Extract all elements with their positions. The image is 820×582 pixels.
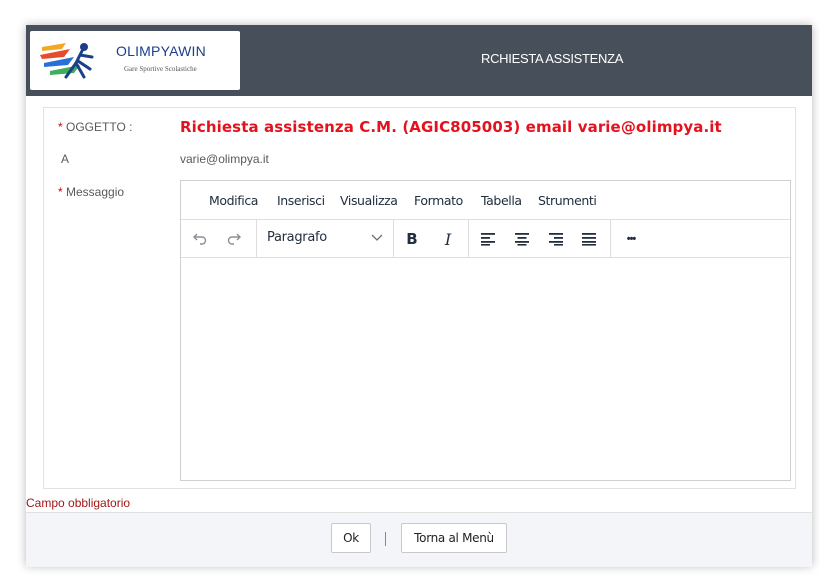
assistance-window: OLIMPYAWIN Gare Sportive Scolastiche RCH… [26,25,812,567]
align-right-icon [549,233,563,246]
subject-value: Richiesta assistenza C.M. (AGIC805003) e… [180,118,722,136]
ok-button[interactable]: Ok [331,523,371,553]
bold-button[interactable]: B [402,229,422,249]
align-center-button[interactable] [512,229,532,249]
redo-button[interactable] [224,229,244,249]
undo-button[interactable] [190,229,210,249]
italic-button[interactable]: I [438,229,458,249]
align-justify-icon [582,233,596,246]
toolbar-divider [256,220,257,257]
to-value: varie@olimpya.it [180,152,269,166]
olimpyawin-logo: OLIMPYAWIN Gare Sportive Scolastiche [30,31,240,90]
required-field-note: Campo obbligatorio [26,496,131,510]
rich-text-editor: Modifica Inserisci Visualizza Formato Ta… [180,180,791,481]
more-options-button[interactable]: ••• [621,229,641,249]
runner-logo-icon [40,43,94,79]
button-divider [385,532,386,546]
align-left-icon [481,233,495,246]
align-right-button[interactable] [546,229,566,249]
back-to-menu-button[interactable]: Torna al Menù [401,523,507,553]
required-marker: * [58,120,63,134]
logo-name: OLIMPYAWIN [116,43,206,59]
form-panel: * OGGETTO : Richiesta assistenza C.M. (A… [43,107,796,489]
header-bar: OLIMPYAWIN Gare Sportive Scolastiche RCH… [26,25,812,96]
menu-tabella[interactable]: Tabella [481,193,522,208]
editor-menubar: Modifica Inserisci Visualizza Formato Ta… [181,181,790,220]
menu-inserisci[interactable]: Inserisci [277,193,325,208]
message-label: * Messaggio [58,185,124,199]
toolbar-divider [610,220,611,257]
page-title: RCHIESTA ASSISTENZA [481,51,624,66]
redo-icon [227,233,241,245]
toolbar-divider [393,220,394,257]
chevron-down-icon [371,234,383,241]
editor-toolbar: Paragrafo B I ••• [181,220,790,258]
align-left-button[interactable] [478,229,498,249]
subject-label-text: OGGETTO : [66,120,133,134]
menu-strumenti[interactable]: Strumenti [538,193,597,208]
footer-bar: Ok Torna al Menù [26,512,812,567]
align-justify-button[interactable] [579,229,599,249]
subject-label: * OGGETTO : [58,120,132,134]
required-marker: * [58,185,63,199]
logo-tagline: Gare Sportive Scolastiche [124,65,197,73]
message-body-input[interactable] [181,258,790,480]
undo-icon [193,233,207,245]
align-center-icon [515,233,529,246]
block-format-select[interactable]: Paragrafo [267,230,327,245]
message-label-text: Messaggio [66,185,125,199]
menu-visualizza[interactable]: Visualizza [340,193,398,208]
to-label: A [61,152,70,166]
menu-formato[interactable]: Formato [414,193,463,208]
menu-modifica[interactable]: Modifica [209,193,258,208]
toolbar-divider [468,220,469,257]
